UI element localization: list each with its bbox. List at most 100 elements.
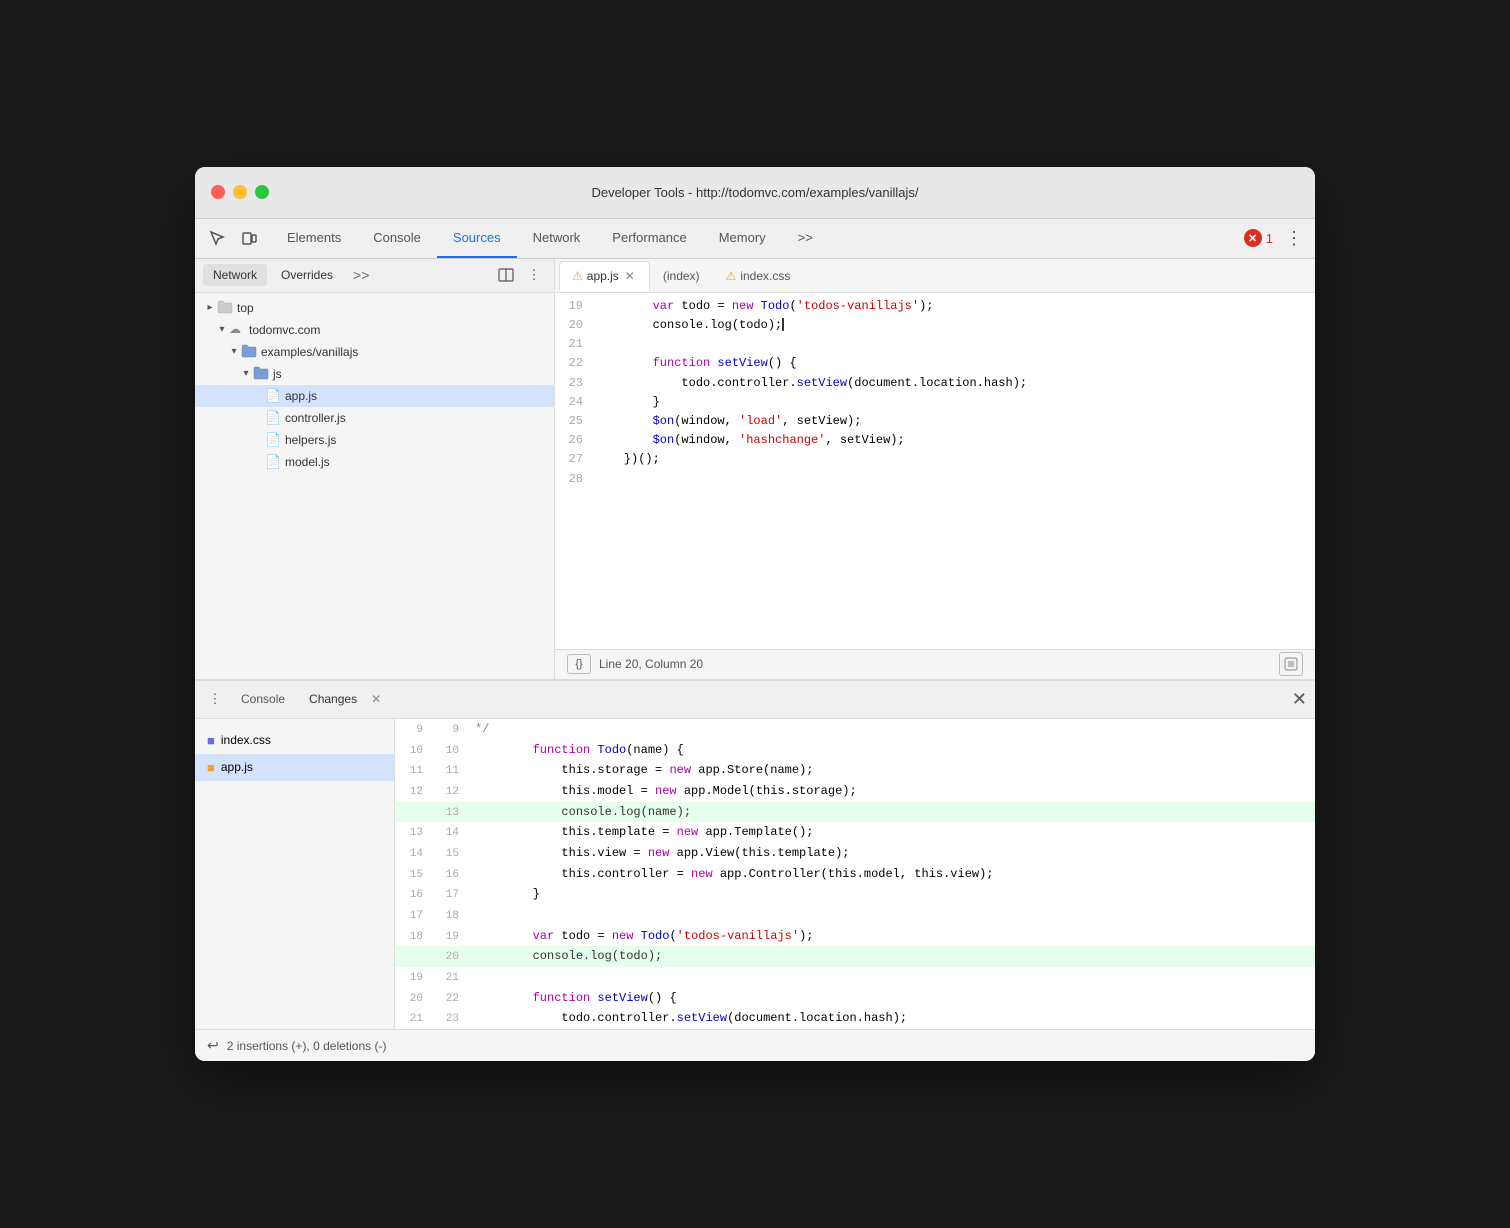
error-badge[interactable]: ✕ 1: [1244, 229, 1273, 247]
left-tab-overrides[interactable]: Overrides: [271, 264, 343, 286]
tab-close-appjs[interactable]: ✕: [623, 269, 637, 283]
editor-tab-indexcss[interactable]: ⚠ index.css: [713, 260, 804, 290]
undo-icon[interactable]: ↩: [207, 1037, 219, 1054]
tree-arrow-top[interactable]: [203, 301, 217, 315]
file-icon-modeljs: 📄: [265, 454, 281, 470]
bottom-tab-changes-close[interactable]: ✕: [371, 692, 381, 706]
device-toolbar-button[interactable]: [235, 224, 263, 252]
tab-console[interactable]: Console: [357, 219, 437, 258]
tree-item-examples[interactable]: examples/vanillajs: [195, 341, 554, 363]
minimize-button[interactable]: [233, 185, 247, 199]
diff-line-18-19: 1819 var todo = new Todo('todos-vanillaj…: [395, 926, 1315, 947]
title-bar: Developer Tools - http://todomvc.com/exa…: [195, 167, 1315, 219]
code-line-25: 25 $on(window, 'load', setView);: [555, 412, 1315, 431]
tab-performance[interactable]: Performance: [596, 219, 702, 258]
panel-split-icon[interactable]: [494, 263, 518, 287]
devtools-tabs: Elements Console Sources Network Perform…: [271, 219, 829, 258]
left-panel: Network Overrides >> ⋮: [195, 259, 555, 679]
folder-icon-top: [217, 300, 233, 316]
changes-file-appjs[interactable]: ■ app.js: [195, 754, 394, 781]
diff-line-13-14: 1314 this.template = new app.Template();: [395, 822, 1315, 843]
tab-sources[interactable]: Sources: [437, 219, 517, 258]
tree-item-todomvc[interactable]: ☁ todomvc.com: [195, 319, 554, 341]
diff-line-20-added: -20 console.log(todo);: [395, 946, 1315, 967]
diff-line-17-18: 1718: [395, 905, 1315, 926]
code-editor[interactable]: 19 var todo = new Todo('todos-vanillajs'…: [555, 293, 1315, 649]
tree-item-modeljs[interactable]: 📄 model.js: [195, 451, 554, 473]
more-options-button[interactable]: ⋮: [1281, 228, 1307, 249]
left-panel-tabs: Network Overrides >> ⋮: [195, 259, 554, 293]
error-icon: ✕: [1244, 229, 1262, 247]
window-title: Developer Tools - http://todomvc.com/exa…: [591, 185, 918, 200]
diff-summary: 2 insertions (+), 0 deletions (-): [227, 1039, 387, 1053]
left-panel-more-btn[interactable]: >>: [347, 265, 375, 285]
code-line-24: 24 }: [555, 393, 1315, 412]
tab-more[interactable]: >>: [782, 219, 829, 258]
changes-file-indexcss[interactable]: ■ index.css: [195, 727, 394, 754]
tab-warning-appjs: ⚠: [572, 269, 583, 283]
diff-line-12: 1212 this.model = new app.Model(this.sto…: [395, 781, 1315, 802]
file-icon-helpersjs: 📄: [265, 432, 281, 448]
bottom-toolbar: ⋮ Console Changes ✕ ✕: [195, 681, 1315, 719]
tree-item-appjs[interactable]: 📄 app.js: [195, 385, 554, 407]
changes-file-list: ■ index.css ■ app.js: [195, 719, 395, 1029]
tree-label-controllerjs: controller.js: [285, 411, 346, 425]
tab-memory[interactable]: Memory: [703, 219, 782, 258]
tree-label-appjs: app.js: [285, 389, 317, 403]
diff-line-11: 1111 this.storage = new app.Store(name);: [395, 760, 1315, 781]
diff-line-21-23: 2123 todo.controller.setView(document.lo…: [395, 1008, 1315, 1029]
diff-line-14-15: 1415 this.view = new app.View(this.templ…: [395, 843, 1315, 864]
close-button[interactable]: [211, 185, 225, 199]
tree-item-controllerjs[interactable]: 📄 controller.js: [195, 407, 554, 429]
tab-elements[interactable]: Elements: [271, 219, 357, 258]
tree-item-js[interactable]: js: [195, 363, 554, 385]
scroll-indicator[interactable]: [1279, 652, 1303, 676]
tree-arrow-js[interactable]: [239, 367, 253, 381]
code-line-21: 21: [555, 335, 1315, 354]
diff-viewer[interactable]: 99 */ 1010 function Todo(name) { 1111 th…: [395, 719, 1315, 1029]
tab-network[interactable]: Network: [517, 219, 597, 258]
folder-icon-js: [253, 366, 269, 382]
tree-item-top[interactable]: top: [195, 297, 554, 319]
editor-tab-appjs[interactable]: ⚠ app.js ✕: [559, 261, 650, 291]
editor-tabs: ⚠ app.js ✕ (index) ⚠ index.css: [555, 259, 1315, 293]
toolbar-icons: [203, 224, 263, 252]
tree-arrow-todomvc[interactable]: [215, 323, 229, 337]
code-line-28: 28: [555, 470, 1315, 489]
diff-line-10: 1010 function Todo(name) {: [395, 740, 1315, 761]
tree-label-examples: examples/vanillajs: [261, 345, 358, 359]
tree-item-helpersjs[interactable]: 📄 helpers.js: [195, 429, 554, 451]
tree-label-top: top: [237, 301, 254, 315]
diff-line-15-16: 1516 this.controller = new app.Controlle…: [395, 864, 1315, 885]
bottom-panel-close-btn[interactable]: ✕: [1292, 689, 1307, 710]
tree-arrow-examples[interactable]: [227, 345, 241, 359]
devtools-window: Developer Tools - http://todomvc.com/exa…: [195, 167, 1315, 1061]
tree-label-modeljs: model.js: [285, 455, 330, 469]
bottom-tab-console[interactable]: Console: [231, 688, 295, 710]
bottom-options-icon[interactable]: ⋮: [203, 687, 227, 711]
file-tree: top ☁ todomvc.com: [195, 293, 554, 679]
file-icon-controllerjs: 📄: [265, 410, 281, 426]
diff-line-20-22: 2022 function setView() {: [395, 988, 1315, 1009]
left-panel-actions: ⋮: [494, 263, 546, 287]
file-icon-indexcss-changes: ■: [207, 733, 215, 748]
status-braces: {}: [567, 654, 591, 674]
traffic-lights: [211, 185, 269, 199]
domain-icon-todomvc: ☁: [229, 322, 245, 338]
left-tab-network[interactable]: Network: [203, 264, 267, 286]
changes-file-label-appjs: app.js: [221, 760, 253, 774]
editor-tab-index[interactable]: (index): [650, 260, 713, 290]
diff-line-13-added: -13 console.log(name);: [395, 802, 1315, 823]
tree-label-js: js: [273, 367, 282, 381]
error-count: 1: [1266, 231, 1273, 246]
code-line-27: 27 })();: [555, 450, 1315, 469]
tab-warning-indexcss: ⚠: [726, 269, 737, 283]
panel-options-icon[interactable]: ⋮: [522, 263, 546, 287]
code-line-22: 22 function setView() {: [555, 354, 1315, 373]
maximize-button[interactable]: [255, 185, 269, 199]
code-line-26: 26 $on(window, 'hashchange', setView);: [555, 431, 1315, 450]
bottom-tab-changes[interactable]: Changes: [299, 688, 367, 710]
inspect-element-button[interactable]: [203, 224, 231, 252]
diff-line-19-21: 1921: [395, 967, 1315, 988]
right-panel: ⚠ app.js ✕ (index) ⚠ index.css 19 var to…: [555, 259, 1315, 679]
